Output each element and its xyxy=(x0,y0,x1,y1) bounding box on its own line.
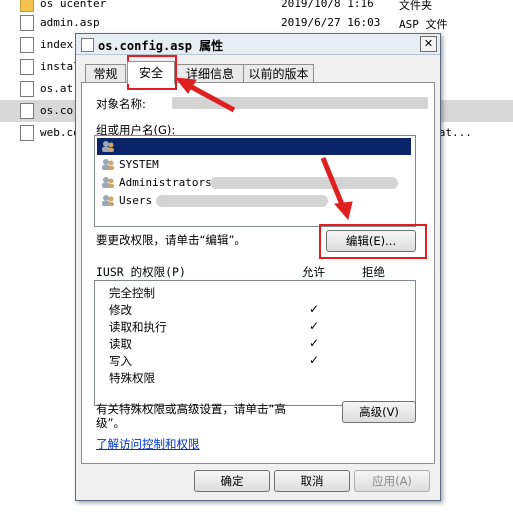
perm-header-title: IUSR 的权限(P) xyxy=(96,265,186,279)
tab-general[interactable]: 常规 xyxy=(85,64,126,83)
object-name-label: 对象名称: xyxy=(96,97,146,111)
file-icon xyxy=(20,37,34,53)
perm-name: 读取 xyxy=(109,337,132,351)
redacted-text xyxy=(156,195,328,207)
users-icon xyxy=(101,158,115,171)
file-icon xyxy=(20,103,34,119)
file-name: index. xyxy=(40,38,80,51)
perm-name: 写入 xyxy=(109,354,132,368)
list-item[interactable]: Users xyxy=(97,192,411,209)
file-name: instal xyxy=(40,60,80,73)
perm-name: 完全控制 xyxy=(109,286,155,300)
learn-access-control-link[interactable]: 了解访问控制和权限 xyxy=(96,436,200,452)
table-row: 修改 ✓ xyxy=(95,301,415,318)
permissions-list: 完全控制 修改 ✓ 读取和执行 ✓ 读取 ✓ 写入 ✓ 特殊权限 xyxy=(94,280,416,406)
redacted-text xyxy=(210,177,398,189)
file-name: web.co xyxy=(40,126,80,139)
advanced-button[interactable]: 高级(V) xyxy=(342,401,416,423)
perm-name: 特殊权限 xyxy=(109,371,155,385)
table-row: 读取 ✓ xyxy=(95,335,415,352)
dialog-title: os.config.asp 属性 xyxy=(98,39,224,53)
table-row: 特殊权限 xyxy=(95,369,415,386)
perm-name: 读取和执行 xyxy=(109,320,167,334)
file-icon xyxy=(20,15,34,31)
file-name: os.at xyxy=(40,82,74,95)
users-icon xyxy=(101,140,115,153)
users-list[interactable]: SYSTEM Administrators Users xyxy=(94,135,416,227)
allow-check: ✓ xyxy=(308,336,320,350)
advanced-hint-line2: 级”。 xyxy=(96,416,125,430)
file-icon xyxy=(20,81,34,97)
list-item[interactable]: Administrators xyxy=(97,174,411,191)
deny-header: 拒绝 xyxy=(362,265,385,279)
properties-dialog: os.config.asp 属性 ✕ 常规 安全 详细信息 以前的版本 对象名称… xyxy=(75,33,441,501)
table-row: 读取和执行 ✓ xyxy=(95,318,415,335)
file-row[interactable]: admin.asp 2019/6/27 16:03 ASP 文件 xyxy=(0,12,513,34)
allow-header: 允许 xyxy=(302,265,325,279)
file-name: os.cor xyxy=(40,104,80,117)
file-name: os ucenter xyxy=(40,0,107,10)
user-name: Users xyxy=(119,194,153,207)
list-item[interactable]: SYSTEM xyxy=(97,156,411,173)
users-icon xyxy=(101,194,115,207)
tab-previous-versions[interactable]: 以前的版本 xyxy=(243,64,314,83)
allow-check: ✓ xyxy=(308,302,320,316)
cancel-button[interactable]: 取消 xyxy=(274,470,350,492)
file-date: 2019/6/27 16:03 xyxy=(281,16,381,29)
edit-button-highlight xyxy=(319,224,427,259)
file-name: admin.asp xyxy=(40,16,100,29)
dialog-titlebar[interactable]: os.config.asp 属性 ✕ xyxy=(76,34,440,55)
apply-button[interactable]: 应用(A) xyxy=(354,470,430,492)
table-row: 写入 ✓ xyxy=(95,352,415,369)
change-perm-hint: 要更改权限，请单击“编辑”。 xyxy=(96,233,246,247)
file-date: 2019/10/8 1:16 xyxy=(281,0,374,10)
close-icon[interactable]: ✕ xyxy=(420,36,437,52)
config-icon xyxy=(20,125,34,141)
perm-name: 修改 xyxy=(109,303,132,317)
tab-details[interactable]: 详细信息 xyxy=(176,64,244,83)
file-type: ASP 文件 xyxy=(399,18,448,31)
file-icon xyxy=(81,38,94,52)
tab-security[interactable]: 安全 xyxy=(127,61,175,84)
allow-check: ✓ xyxy=(308,319,320,333)
ok-button[interactable]: 确定 xyxy=(194,470,270,492)
object-name-value xyxy=(172,97,428,109)
folder-icon xyxy=(20,0,34,12)
table-row: 完全控制 xyxy=(95,284,415,301)
user-name: Administrators xyxy=(119,176,212,189)
user-name: SYSTEM xyxy=(119,158,159,171)
list-item[interactable] xyxy=(97,138,411,155)
users-icon xyxy=(101,176,115,189)
file-icon xyxy=(20,59,34,75)
allow-check: ✓ xyxy=(308,353,320,367)
